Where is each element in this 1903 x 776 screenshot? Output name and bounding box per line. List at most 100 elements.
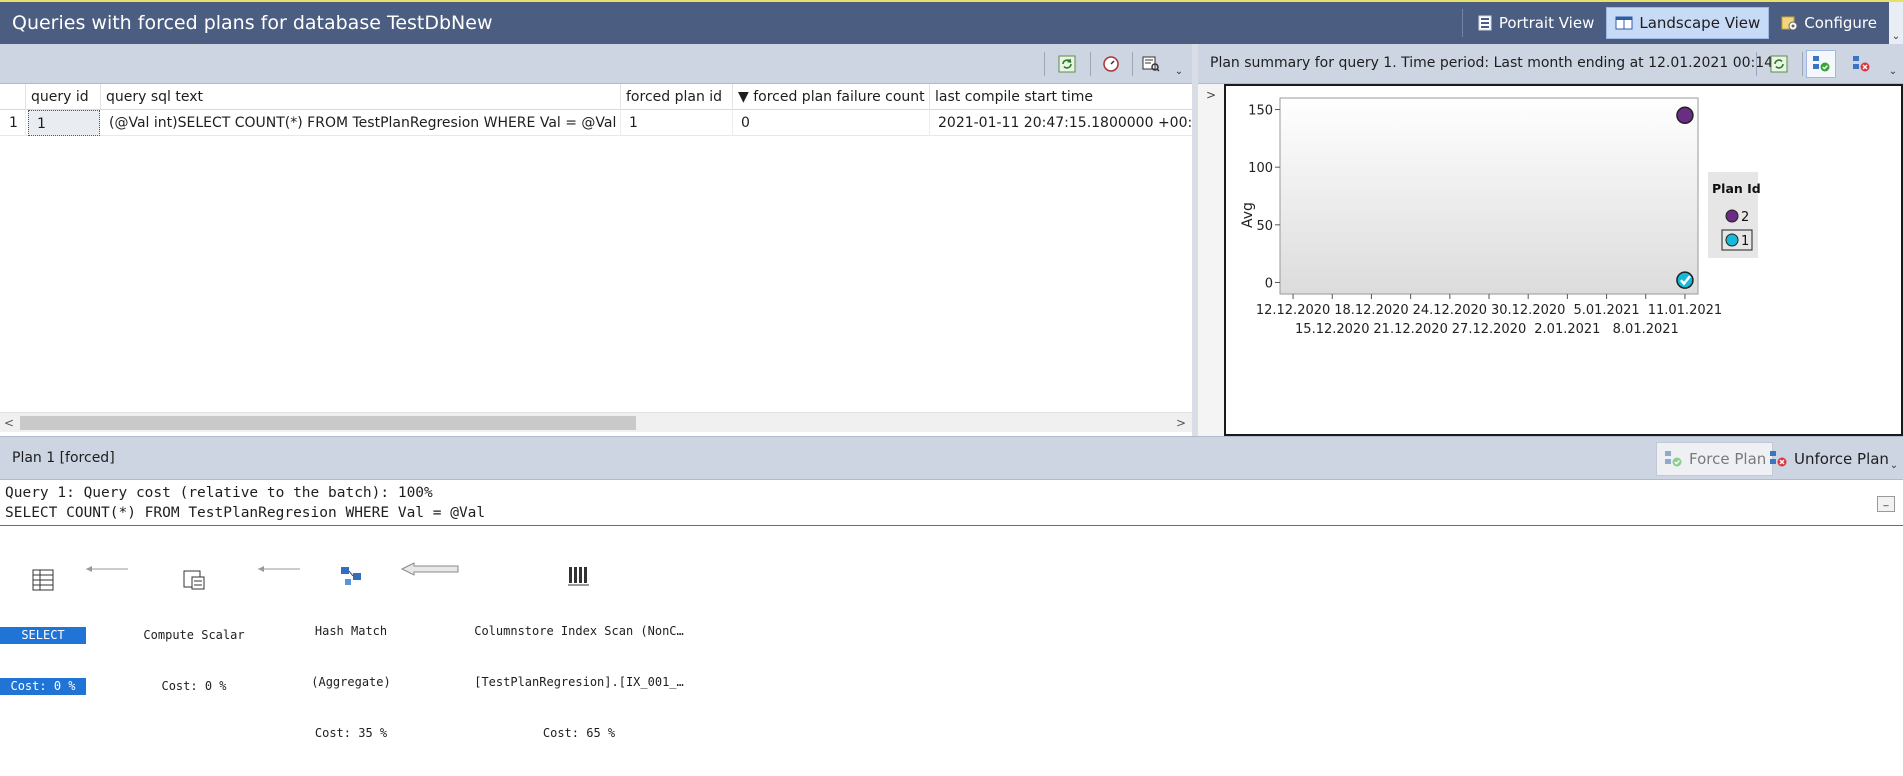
plan-op-name: Hash Match: [314, 624, 388, 638]
plan-summary-chart-container: Avg 150 100 50 0 12.12.2020 18.12.2020 24.12.…: [1224, 84, 1903, 436]
unforce-plan-icon: [1770, 451, 1787, 467]
plan-op-columnstore-index-scan[interactable]: Columnstore Index Scan (NonC… [TestPlanR…: [458, 531, 700, 776]
plan-op-cost: Cost: 0 %: [161, 679, 227, 693]
y-tick-label: 100: [1248, 161, 1273, 176]
force-plan-button[interactable]: Force Plan: [1656, 442, 1774, 476]
unforce-plan-icon: [1853, 56, 1870, 72]
cell-failure-count[interactable]: 0: [733, 110, 930, 136]
connector-thick-arrow: [400, 562, 459, 576]
cell-forced-plan-id[interactable]: 1: [621, 110, 733, 136]
x-tick-label: 27.12.2020: [1452, 322, 1526, 337]
hash-match-icon: [341, 567, 361, 585]
landscape-view-button[interactable]: Landscape View: [1606, 7, 1770, 39]
y-tick-label: 0: [1265, 276, 1273, 291]
toolbar-separator: [1090, 52, 1091, 76]
y-tick-label: 50: [1256, 219, 1273, 234]
plan-op-hash-match[interactable]: Hash Match (Aggregate) Cost: 35 %: [300, 531, 402, 776]
query-text-header: Query 1: Query cost (relative to the bat…: [0, 480, 1903, 526]
view-query-text-button[interactable]: [1136, 50, 1166, 78]
grid-toolbar-overflow-button[interactable]: ⌄: [1172, 54, 1186, 84]
query-statement-line: SELECT COUNT(*) FROM TestPlanRegresion W…: [5, 505, 486, 521]
plan-op-name: SELECT: [0, 627, 86, 644]
force-plan-label: Force Plan: [1689, 450, 1767, 468]
select-operator-icon: [32, 569, 54, 591]
cell-last-compile-start-time[interactable]: 2021-01-11 20:47:15.1800000 +00:00: [930, 110, 1192, 136]
plan-summary-title: Plan summary for query 1. Time period: L…: [1210, 55, 1774, 71]
x-tick-label: 18.12.2020: [1334, 303, 1408, 318]
summary-refresh-button[interactable]: [1764, 50, 1794, 78]
col-forced-plan-id[interactable]: forced plan id: [621, 84, 733, 110]
refresh-button[interactable]: [1052, 50, 1082, 78]
x-tick-label: 30.12.2020: [1491, 303, 1565, 318]
connector-arrowhead: [86, 566, 92, 572]
rownum-header: [0, 84, 26, 110]
x-tick-label: 21.12.2020: [1373, 322, 1447, 337]
query-text-icon: [1142, 56, 1160, 72]
summary-force-plan-button[interactable]: [1806, 50, 1836, 78]
portrait-view-button[interactable]: Portrait View: [1469, 7, 1603, 39]
x-tick-label: 15.12.2020: [1295, 322, 1369, 337]
legend-entry-label: 2: [1741, 210, 1749, 225]
x-tick-label: 12.12.2020: [1256, 303, 1330, 318]
toolbar-separator: [1756, 52, 1757, 76]
plan-op-cost: Cost: 65 %: [542, 726, 616, 740]
col-forced-plan-failure-count[interactable]: ▼ forced plan failure count: [733, 84, 930, 110]
plan-op-select[interactable]: SELECT Cost: 0 %: [0, 535, 86, 729]
title-overflow-button[interactable]: ⌄: [1889, 2, 1903, 44]
legend-entry-label: 1: [1741, 234, 1749, 249]
configure-gear-icon: [1781, 16, 1798, 31]
plan-op-cost: Cost: 0 %: [0, 678, 86, 695]
legend-title: Plan Id: [1712, 181, 1761, 196]
plot-area: [1279, 97, 1699, 295]
plan-2-data-point: [1676, 106, 1694, 125]
columnstore-scan-icon: [568, 567, 589, 586]
plan-op-cost: Cost: 35 %: [314, 726, 388, 740]
plan-op-compute-scalar[interactable]: Compute Scalar Cost: 0 %: [130, 535, 258, 729]
x-tick-label: 2.01.2021: [1534, 322, 1600, 337]
window-title: Queries with forced plans for database T…: [12, 12, 493, 34]
legend-marker: [1725, 233, 1739, 247]
col-query-id[interactable]: query id: [26, 84, 101, 110]
minimize-button[interactable]: _: [1877, 496, 1895, 512]
scroll-left-arrow[interactable]: <: [0, 413, 18, 433]
expand-chevron-icon[interactable]: >: [1206, 88, 1216, 102]
cell-query-sql-text[interactable]: (@Val int)SELECT COUNT(*) FROM TestPlanR…: [101, 110, 621, 136]
plan-label: Plan 1 [forced]: [12, 450, 115, 466]
cell-query-id[interactable]: 1: [28, 110, 100, 136]
landscape-view-icon: [1615, 16, 1633, 30]
x-tick-label: 24.12.2020: [1413, 303, 1487, 318]
portrait-view-icon: [1478, 15, 1492, 31]
col-last-compile-start-time[interactable]: last compile start time: [930, 84, 1192, 110]
row-number: 1: [0, 110, 26, 136]
scroll-right-arrow[interactable]: >: [1172, 413, 1190, 433]
compute-scalar-icon: [183, 570, 205, 590]
x-tick-label: 5.01.2021: [1573, 303, 1639, 318]
legend-marker: [1725, 209, 1739, 223]
plan-1-data-point: [1676, 271, 1694, 289]
summary-unforce-plan-button[interactable]: [1846, 50, 1876, 78]
y-tick-label: 150: [1248, 104, 1273, 119]
connector-arrowhead: [258, 566, 264, 572]
configure-button[interactable]: Configure: [1773, 7, 1885, 39]
summary-toolbar-overflow-button[interactable]: ⌄: [1886, 54, 1900, 84]
gauge-icon: [1103, 56, 1119, 72]
plan-op-subtitle: [TestPlanRegresion].[IX_001_…: [474, 675, 684, 689]
grid-horizontal-scrollbar[interactable]: < >: [0, 412, 1192, 432]
track-query-button[interactable]: [1096, 50, 1126, 78]
plan-toolbar-overflow-button[interactable]: ⌄: [1887, 447, 1901, 479]
x-tick-label: 11.01.2021: [1648, 303, 1722, 318]
chart-gutter: >: [1198, 84, 1224, 436]
scrollbar-thumb[interactable]: [20, 416, 636, 430]
unforce-plan-button[interactable]: Unforce Plan: [1762, 442, 1895, 476]
landscape-view-label: Landscape View: [1639, 14, 1761, 32]
execution-plan-diagram: SELECT Cost: 0 % Compute Scalar Cost: 0 …: [0, 527, 1903, 740]
portrait-view-label: Portrait View: [1498, 14, 1595, 32]
table-row[interactable]: 1 1 (@Val int)SELECT COUNT(*) FROM TestP…: [0, 110, 1192, 136]
configure-label: Configure: [1804, 14, 1877, 32]
grid-header: query id query sql text forced plan id ▼…: [0, 84, 1192, 110]
plan-op-subtitle: (Aggregate): [311, 675, 391, 689]
col-query-sql-text[interactable]: query sql text: [101, 84, 621, 110]
refresh-icon: [1770, 55, 1788, 73]
y-axis-label: Avg: [1240, 202, 1256, 228]
forced-plans-grid: query id query sql text forced plan id ▼…: [0, 84, 1192, 412]
